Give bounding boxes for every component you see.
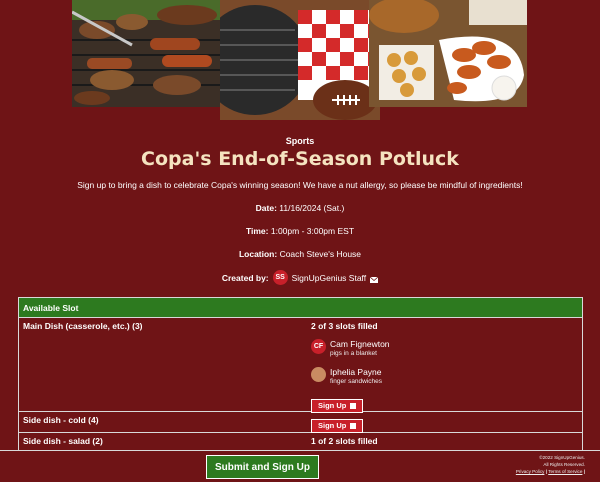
slot-name: Side dish - salad (2) bbox=[23, 436, 103, 446]
participant-item: CF Cam Fignewton pigs in a blanket bbox=[311, 339, 390, 359]
sign-up-button[interactable]: Sign Up bbox=[311, 418, 364, 433]
snacks-photo bbox=[369, 0, 527, 107]
event-creator: Created by: SS SignUpGenius Staff bbox=[0, 270, 600, 285]
time-label: Time: bbox=[245, 226, 269, 236]
footer-bar: Submit and Sign Up ©2022 SignUpGenius. A… bbox=[0, 450, 600, 482]
picnic-football-photo bbox=[220, 0, 380, 120]
participant-name: Iphelia Payne bbox=[330, 367, 382, 377]
event-time: Time: 1:00pm - 3:00pm EST bbox=[0, 226, 600, 236]
created-by-label: Created by: bbox=[221, 272, 269, 283]
checkbox-icon bbox=[350, 422, 357, 429]
slot-name: Side dish - cold (4) bbox=[23, 415, 99, 425]
participant-note: pigs in a blanket bbox=[330, 350, 377, 357]
date-value: 11/16/2024 (Sat.) bbox=[276, 203, 345, 213]
footer-separator: | bbox=[545, 469, 547, 474]
location-label: Location: bbox=[238, 249, 278, 259]
footer-legal: ©2022 SignUpGenius. All Rights Reserved.… bbox=[516, 454, 585, 475]
checkbox-icon bbox=[350, 402, 357, 409]
creator-avatar: SS bbox=[272, 270, 288, 285]
privacy-policy-link[interactable]: Privacy Policy bbox=[516, 469, 545, 474]
rights-text: All Rights Reserved. bbox=[543, 462, 585, 467]
slots-filled-count: 2 of 3 slots filled bbox=[311, 321, 378, 331]
participant-photo-avatar bbox=[311, 367, 326, 382]
footer-separator: | bbox=[583, 469, 585, 474]
slots-filled-count: 1 of 2 slots filled bbox=[311, 436, 378, 446]
slot-row-side-cold: Side dish - cold (4) Sign Up bbox=[19, 412, 582, 433]
participant-note: finger sandwiches bbox=[330, 378, 383, 385]
slot-row-main-dish: Main Dish (casserole, etc.) (3) 2 of 3 s… bbox=[19, 318, 582, 413]
event-location: Location: Coach Steve's House bbox=[0, 249, 600, 259]
time-value: 1:00pm - 3:00pm EST bbox=[268, 226, 355, 236]
participant-item: Iphelia Payne finger sandwiches bbox=[311, 367, 390, 387]
creator-name: SignUpGenius Staff bbox=[291, 272, 367, 283]
sign-up-button[interactable]: Sign Up bbox=[311, 398, 364, 413]
terms-of-service-link[interactable]: Terms of Service bbox=[548, 469, 582, 474]
location-value: Coach Steve's House bbox=[277, 249, 362, 259]
event-description: Sign up to bring a dish to celebrate Cop… bbox=[77, 180, 523, 190]
slot-status: 2 of 3 slots filled CF Cam Fignewton pig… bbox=[311, 321, 390, 413]
slot-name: Main Dish (casserole, etc.) (3) bbox=[23, 321, 143, 331]
participant-name: Cam Fignewton bbox=[330, 339, 390, 349]
grill-photo bbox=[72, 0, 220, 107]
event-date: Date: 11/16/2024 (Sat.) bbox=[0, 203, 600, 213]
table-header: Available Slot bbox=[19, 298, 582, 318]
event-title: Copa's End-of-Season Potluck bbox=[141, 148, 459, 170]
participant-avatar: CF bbox=[311, 339, 326, 354]
signup-table: Available Slot Main Dish (casserole, etc… bbox=[18, 297, 583, 457]
mail-icon[interactable] bbox=[369, 275, 379, 283]
submit-and-sign-up-button[interactable]: Submit and Sign Up bbox=[206, 455, 319, 479]
copyright-text: ©2022 SignUpGenius. bbox=[539, 455, 585, 460]
event-category: Sports bbox=[285, 136, 315, 146]
hero-image-collage bbox=[72, 0, 527, 120]
date-label: Date: bbox=[255, 203, 277, 213]
